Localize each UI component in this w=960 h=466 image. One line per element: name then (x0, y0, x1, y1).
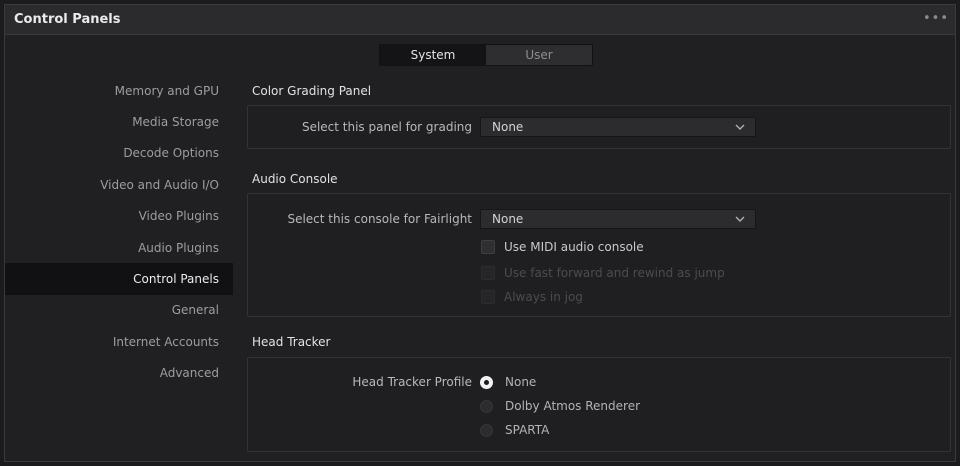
fairlight-console-select-label: Select this console for Fairlight (287, 212, 472, 226)
always-in-jog-checkbox[interactable] (481, 290, 495, 304)
midi-audio-console-label: Use MIDI audio console (504, 240, 644, 254)
grading-panel-select-value: None (492, 120, 524, 134)
chevron-down-icon (735, 216, 745, 222)
sidebar-item-video-plugins[interactable]: Video Plugins (5, 201, 233, 232)
fairlight-console-select[interactable]: None (480, 209, 756, 229)
head-tracker-none-radio[interactable] (480, 375, 493, 389)
sidebar-item-internet-accounts[interactable]: Internet Accounts (5, 326, 233, 357)
tab-user[interactable]: User (486, 45, 592, 65)
ellipsis-icon[interactable]: ••• (923, 11, 949, 26)
color-grading-section-title: Color Grading Panel (252, 84, 372, 98)
head-tracker-dolby-radio[interactable] (480, 399, 493, 413)
fast-forward-jump-checkbox[interactable] (481, 266, 495, 280)
always-in-jog-label: Always in jog (504, 290, 583, 304)
system-user-toggle: System User (379, 44, 593, 66)
midi-audio-console-option: Use MIDI audio console (481, 240, 644, 254)
sidebar-item-media-storage[interactable]: Media Storage (5, 106, 233, 137)
fast-forward-jump-option: Use fast forward and rewind as jump (481, 266, 725, 280)
head-tracker-section-title: Head Tracker (252, 335, 331, 349)
window-title: Control Panels (14, 12, 121, 27)
sidebar-item-control-panels[interactable]: Control Panels (5, 263, 233, 295)
fairlight-console-select-value: None (492, 212, 524, 226)
head-tracker-option-dolby: Dolby Atmos Renderer (480, 399, 640, 413)
head-tracker-none-label: None (505, 375, 537, 389)
head-tracker-profile-label: Head Tracker Profile (352, 375, 472, 389)
head-tracker-option-sparta: SPARTA (480, 423, 549, 437)
settings-sidebar: Memory and GPU Media Storage Decode Opti… (5, 75, 233, 389)
sidebar-item-general[interactable]: General (5, 295, 233, 326)
chevron-down-icon (735, 124, 745, 130)
title-bar: Control Panels ••• (5, 5, 955, 35)
head-tracker-panel: Head Tracker Profile None Dolby Atmos Re… (247, 357, 951, 452)
head-tracker-sparta-label: SPARTA (505, 423, 550, 437)
always-in-jog-option: Always in jog (481, 290, 583, 304)
midi-audio-console-checkbox[interactable] (481, 240, 495, 254)
grading-panel-select[interactable]: None (480, 117, 756, 137)
audio-console-section-title: Audio Console (252, 172, 338, 186)
sidebar-item-audio-plugins[interactable]: Audio Plugins (5, 232, 233, 263)
sidebar-item-memory-and-gpu[interactable]: Memory and GPU (5, 75, 233, 106)
fast-forward-jump-label: Use fast forward and rewind as jump (504, 266, 725, 280)
head-tracker-sparta-radio[interactable] (480, 423, 493, 437)
head-tracker-option-none: None (480, 375, 536, 389)
color-grading-panel: Select this panel for grading None (247, 105, 951, 149)
sidebar-item-video-and-audio-io[interactable]: Video and Audio I/O (5, 169, 233, 200)
sidebar-item-advanced[interactable]: Advanced (5, 358, 233, 389)
audio-console-panel: Select this console for Fairlight None U… (247, 193, 951, 317)
grading-panel-select-label: Select this panel for grading (301, 120, 472, 134)
head-tracker-dolby-label: Dolby Atmos Renderer (505, 399, 641, 413)
tab-system[interactable]: System (380, 45, 486, 65)
sidebar-item-decode-options[interactable]: Decode Options (5, 138, 233, 169)
control-panels-window: Control Panels ••• System User Memory an… (4, 4, 956, 462)
